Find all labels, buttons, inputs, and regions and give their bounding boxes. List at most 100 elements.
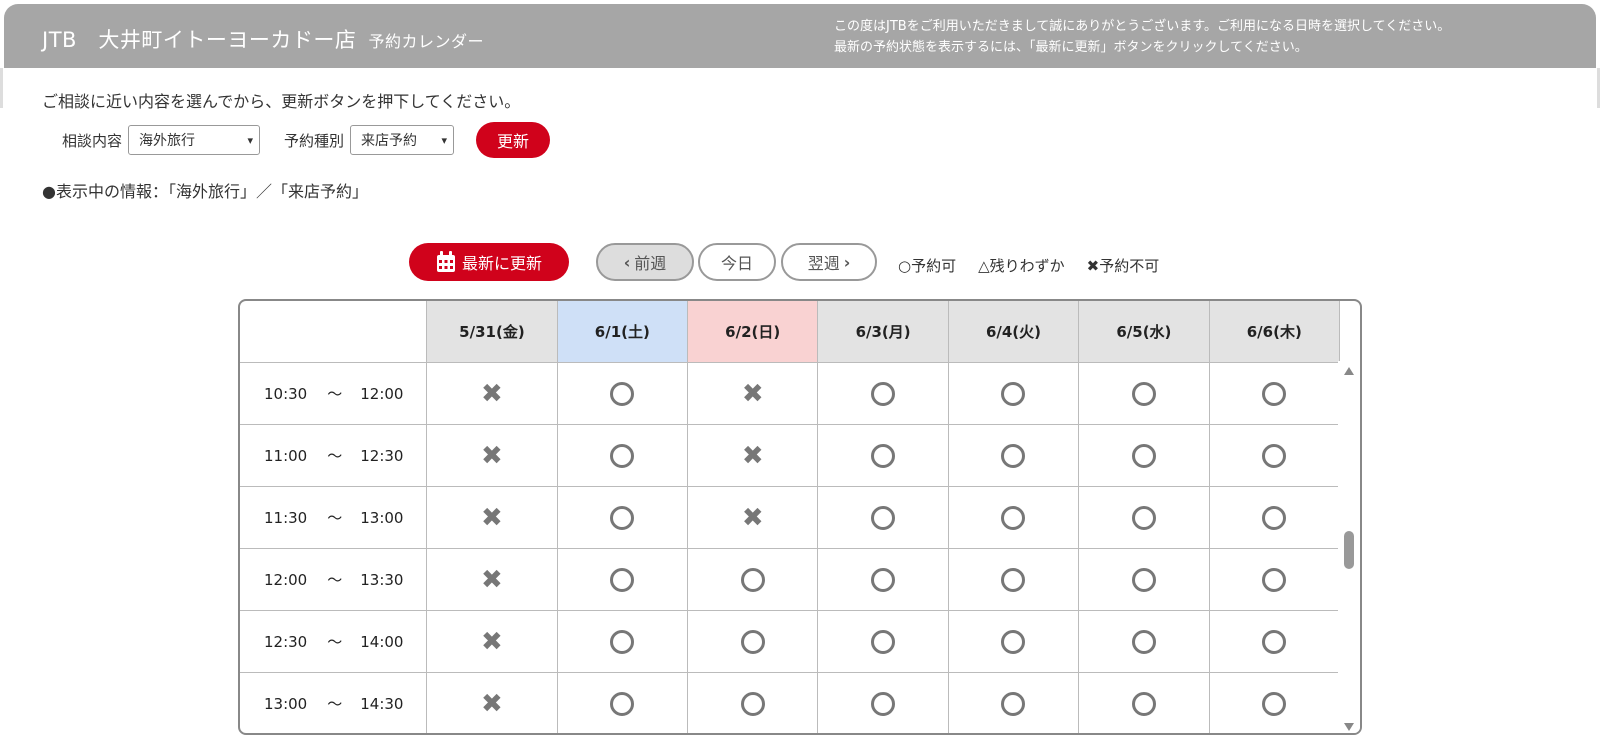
refresh-latest-button[interactable]: 最新に更新 [409, 243, 569, 281]
available-slot-cell[interactable] [818, 549, 949, 610]
available-slot-cell[interactable] [1079, 487, 1210, 548]
cross-unavailable-icon: ✖ [481, 626, 503, 657]
chevron-down-icon: ▾ [247, 133, 254, 147]
available-slot-cell[interactable] [1210, 549, 1340, 610]
legend-unavailable: ✖予約不可 [1086, 257, 1160, 275]
circle-available-icon [1001, 691, 1026, 716]
cross-unavailable-icon: ✖ [481, 564, 503, 595]
available-slot-cell[interactable] [688, 611, 819, 672]
cross-unavailable-icon: ✖ [481, 378, 503, 409]
reservation-calendar: 5/31(金) 6/1(土) 6/2(日) 6/3(月) 6/4(火) 6/5(水) 6/6… [238, 299, 1362, 735]
store-title: JTB 大井町イトーヨーカドー店 予約カレンダー [42, 24, 484, 54]
time-header-cell [240, 301, 428, 362]
calendar-grid: 5/31(金) 6/1(土) 6/2(日) 6/3(月) 6/4(火) 6/5(水) 6/6… [240, 301, 1340, 733]
time-slot-label: 12:30 ～ 14:00 [240, 611, 428, 672]
header-notice: この度はJTBをご利用いただきまして誠にありがとうございます。ご利用になる日時を… [834, 16, 1450, 58]
consult-select[interactable]: 海外旅行 ▾ [128, 125, 261, 155]
available-slot-cell[interactable] [688, 549, 819, 610]
circle-available-icon [740, 691, 765, 716]
circle-available-icon [1001, 381, 1026, 406]
slot-range-separator: ～ [327, 633, 343, 651]
time-slot-row: 12:00 ～ 13:30 ✖ [240, 549, 1340, 611]
available-slot-cell[interactable] [1079, 673, 1210, 733]
legend-few-left: △残りわずか [978, 257, 1065, 275]
update-button[interactable]: 更新 [476, 122, 551, 158]
available-slot-cell[interactable] [818, 487, 949, 548]
available-slot-cell[interactable] [818, 611, 949, 672]
available-slot-cell[interactable] [818, 363, 949, 424]
slot-end-time: 13:00 [360, 508, 404, 527]
available-slot-cell[interactable] [818, 673, 949, 733]
type-label: 予約種別 [284, 131, 345, 150]
circle-available-icon [1262, 567, 1287, 592]
legend-available: ○予約可 [898, 257, 957, 275]
status-legend: ○予約可 △残りわずか ✖予約不可 [898, 255, 1159, 276]
day-header-cell: 6/6(木) [1209, 301, 1340, 362]
slot-start-time: 12:30 [264, 632, 308, 651]
available-slot-cell[interactable] [818, 425, 949, 486]
scroll-thumb[interactable] [1344, 531, 1354, 569]
chevron-down-icon: ▾ [441, 133, 448, 147]
day-header-cell: 6/5(水) [1079, 301, 1210, 362]
circle-available-icon [1131, 443, 1156, 468]
circle-available-icon [1001, 567, 1026, 592]
cross-unavailable-icon: ✖ [741, 502, 764, 533]
day-header-cell: 6/4(火) [948, 301, 1080, 362]
available-slot-cell[interactable] [558, 363, 689, 424]
next-week-button[interactable]: 翌週 › [781, 243, 877, 281]
current-filter-info: ●表示中の情報：「海外旅行」／「来店予約」 [42, 182, 368, 201]
available-slot-cell[interactable] [1210, 611, 1340, 672]
available-slot-cell[interactable] [1210, 673, 1340, 733]
chevron-right-icon: › [843, 252, 851, 272]
available-slot-cell[interactable] [949, 611, 1080, 672]
prev-week-button[interactable]: ‹ 前週 [596, 243, 694, 281]
time-slot-row: 10:30 ～ 12:00 ✖ ✖ [240, 363, 1340, 425]
available-slot-cell[interactable] [558, 487, 689, 548]
unavailable-slot-cell: ✖ [427, 363, 558, 424]
type-select[interactable]: 来店予約 ▾ [350, 125, 455, 155]
available-slot-cell[interactable] [949, 487, 1080, 548]
slot-end-time: 13:30 [360, 570, 404, 589]
time-slot-row: 12:30 ～ 14:00 ✖ [240, 611, 1340, 673]
circle-available-icon [1262, 629, 1287, 654]
calendar-toolbar: 最新に更新 ‹ 前週 今日 翌週 › ○予約可 △残りわずか ✖予約不可 [0, 243, 1600, 283]
slot-range-separator: ～ [327, 695, 343, 713]
day-header-cell: 6/1(土) [557, 301, 689, 362]
available-slot-cell[interactable] [949, 549, 1080, 610]
circle-available-icon [1262, 691, 1287, 716]
available-slot-cell[interactable] [1079, 549, 1210, 610]
today-button[interactable]: 今日 [698, 243, 776, 281]
slot-range-separator: ～ [327, 447, 343, 465]
prev-week-label: 前週 [634, 254, 667, 273]
next-week-label: 翌週 [807, 254, 840, 273]
day-header-cell: 6/3(月) [818, 301, 949, 362]
available-slot-cell[interactable] [558, 611, 689, 672]
calendar-scrollbar[interactable] [1338, 361, 1360, 733]
scroll-down-arrow-icon[interactable] [1344, 723, 1354, 731]
circle-available-icon [1262, 381, 1287, 406]
slot-start-time: 13:00 [264, 694, 308, 713]
available-slot-cell[interactable] [1079, 363, 1210, 424]
available-slot-cell[interactable] [688, 673, 819, 733]
available-slot-cell[interactable] [949, 425, 1080, 486]
unavailable-slot-cell: ✖ [427, 487, 558, 548]
available-slot-cell[interactable] [949, 673, 1080, 733]
page-header: JTB 大井町イトーヨーカドー店 予約カレンダー この度はJTBをご利用いただきま… [4, 4, 1596, 68]
cross-unavailable-icon: ✖ [481, 688, 503, 719]
available-slot-cell[interactable] [558, 673, 689, 733]
available-slot-cell[interactable] [949, 363, 1080, 424]
circle-available-icon [610, 691, 635, 716]
available-slot-cell[interactable] [558, 549, 689, 610]
available-slot-cell[interactable] [1210, 363, 1340, 424]
available-slot-cell[interactable] [1079, 611, 1210, 672]
available-slot-cell[interactable] [1079, 425, 1210, 486]
circle-available-icon [871, 567, 896, 592]
slot-range-separator: ～ [327, 571, 343, 589]
circle-available-icon [1131, 505, 1156, 530]
available-slot-cell[interactable] [1210, 487, 1340, 548]
available-slot-cell[interactable] [558, 425, 689, 486]
time-slot-label: 11:00 ～ 12:30 [240, 425, 428, 486]
scroll-up-arrow-icon[interactable] [1344, 367, 1354, 375]
available-slot-cell[interactable] [1210, 425, 1340, 486]
circle-available-icon [610, 381, 635, 406]
